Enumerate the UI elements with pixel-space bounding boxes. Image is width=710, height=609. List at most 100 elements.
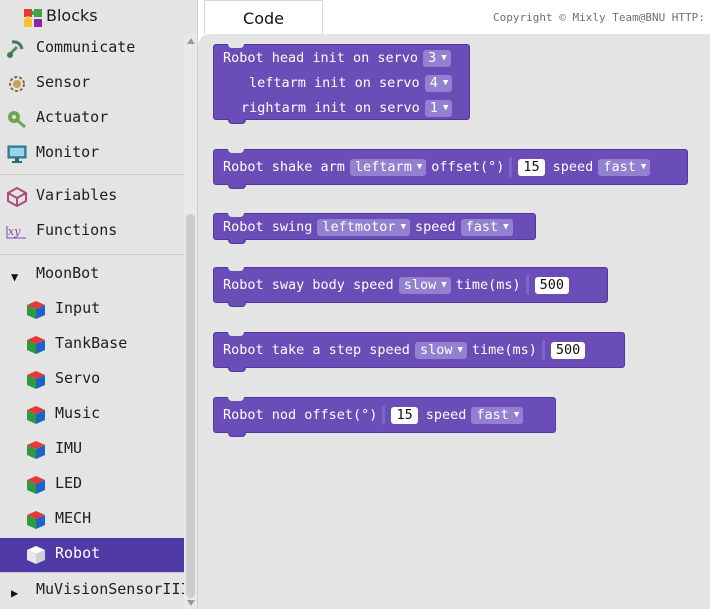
- svg-text:xy: xy: [8, 225, 21, 238]
- category-divider: [0, 572, 184, 573]
- cube-icon: [27, 336, 45, 354]
- dropdown-value: slow: [419, 342, 453, 358]
- collapsed-triangle-icon[interactable]: ▶: [11, 586, 18, 600]
- dropdown-caret-icon: ▼: [457, 344, 463, 355]
- block-row: Robot swing leftmotor ▼ speed fast ▼: [223, 217, 513, 237]
- leftarm-servo-dropdown[interactable]: 4 ▼: [424, 74, 453, 92]
- speed-dropdown[interactable]: fast ▼: [460, 218, 513, 236]
- dropdown-value: slow: [403, 277, 437, 293]
- time-number-input[interactable]: 500: [550, 341, 586, 359]
- blocks-workspace[interactable]: Robot head init on servo 3 ▼ leftarm init…: [198, 34, 710, 609]
- category-label: MuVisionSensorIII: [36, 580, 190, 598]
- cube-icon: [27, 441, 45, 459]
- block-row: Robot head init on servo 3 ▼: [223, 48, 451, 68]
- category-label: MoonBot: [36, 264, 100, 282]
- category-sensor[interactable]: Sensor: [0, 67, 184, 101]
- block-row: rightarm init on servo 1 ▼: [241, 98, 453, 118]
- category-divider: [0, 254, 184, 255]
- category-moonbot[interactable]: ▼ MoonBot: [0, 258, 184, 292]
- offset-number-input[interactable]: 15: [391, 406, 418, 424]
- dropdown-value: fast: [465, 219, 499, 235]
- speed-dropdown[interactable]: slow ▼: [414, 341, 467, 359]
- block-text: time(ms): [471, 342, 537, 358]
- category-variables[interactable]: Variables: [0, 180, 184, 214]
- motor-dropdown[interactable]: leftmotor ▼: [317, 218, 410, 236]
- communicate-icon: [7, 40, 24, 58]
- subcategory-label: Input: [55, 299, 101, 317]
- block-row: Robot nod offset(°) 15 speed fast ▼: [223, 405, 524, 425]
- category-actuator[interactable]: Actuator: [0, 102, 184, 136]
- category-muvisionsensoriii[interactable]: ▶ MuVisionSensorIII: [0, 574, 190, 608]
- head-servo-dropdown[interactable]: 3 ▼: [423, 49, 451, 67]
- dropdown-value: fast: [476, 407, 509, 423]
- dropdown-caret-icon: ▼: [442, 77, 449, 88]
- subcategory-led[interactable]: LED: [0, 468, 184, 502]
- dropdown-value: 1: [429, 100, 438, 116]
- cube-icon: [27, 511, 45, 529]
- robot-take-step-block[interactable]: Robot take a step speed slow ▼ time(ms) 5…: [213, 332, 625, 372]
- value-slot: 500: [541, 340, 589, 360]
- subcategory-music[interactable]: Music: [0, 398, 184, 432]
- dropdown-caret-icon: ▼: [416, 161, 423, 172]
- puzzle-blocks-icon: [24, 9, 42, 27]
- tab-code[interactable]: Code: [204, 0, 323, 34]
- category-label: Sensor: [36, 73, 91, 91]
- subcategory-label: IMU: [55, 439, 83, 457]
- speed-dropdown[interactable]: slow ▼: [398, 276, 451, 294]
- monitor-icon: [7, 145, 27, 163]
- category-label: Communicate: [36, 38, 136, 56]
- robot-shake-arm-block[interactable]: Robot shake arm leftarm ▼ offset(°) 15 sp…: [213, 149, 688, 189]
- offset-number-input[interactable]: 15: [518, 158, 545, 176]
- dropdown-value: fast: [603, 159, 636, 175]
- block-row: Robot take a step speed slow ▼ time(ms) 5…: [223, 340, 589, 360]
- block-text: Robot head init on servo: [223, 50, 419, 66]
- category-communicate[interactable]: Communicate: [0, 32, 184, 66]
- dropdown-caret-icon: ▼: [441, 52, 447, 63]
- speed-dropdown[interactable]: fast ▼: [598, 158, 651, 176]
- robot-init-block[interactable]: Robot head init on servo 3 ▼ leftarm init…: [213, 44, 470, 124]
- robot-swing-block[interactable]: Robot swing leftmotor ▼ speed fast ▼: [213, 213, 536, 244]
- block-text: speed: [425, 407, 467, 423]
- scroll-down-arrow-icon[interactable]: [187, 600, 195, 606]
- rightarm-servo-dropdown[interactable]: 1 ▼: [424, 99, 453, 117]
- cube-icon: [27, 371, 45, 389]
- scrollbar-thumb[interactable]: [186, 214, 195, 598]
- value-slot: 15: [509, 157, 548, 177]
- dropdown-value: 4: [429, 75, 438, 91]
- category-label: Actuator: [36, 108, 109, 126]
- scroll-up-arrow-icon[interactable]: [187, 38, 195, 44]
- cube-icon: [27, 301, 45, 319]
- dropdown-caret-icon: ▼: [513, 409, 520, 420]
- speed-dropdown[interactable]: fast ▼: [471, 406, 524, 424]
- subcategory-mech[interactable]: MECH: [0, 503, 184, 537]
- category-divider: [0, 174, 184, 175]
- subcategory-robot[interactable]: Robot: [0, 538, 184, 572]
- subcategory-input[interactable]: Input: [0, 293, 184, 327]
- expanded-triangle-icon[interactable]: ▼: [11, 270, 18, 284]
- subcategory-label: MECH: [55, 509, 92, 527]
- dropdown-value: 3: [428, 50, 437, 66]
- dropdown-caret-icon: ▼: [441, 279, 447, 290]
- actuator-icon: [8, 111, 26, 129]
- toolbox-scrollbar[interactable]: [184, 34, 197, 609]
- arm-dropdown[interactable]: leftarm ▼: [349, 158, 427, 176]
- category-functions[interactable]: xy Functions: [0, 215, 184, 249]
- category-monitor[interactable]: Monitor: [0, 137, 184, 171]
- robot-nod-block[interactable]: Robot nod offset(°) 15 speed fast ▼: [213, 397, 556, 437]
- dropdown-caret-icon: ▼: [640, 161, 647, 172]
- sensor-icon: [9, 76, 25, 92]
- robot-sway-body-block[interactable]: Robot sway body speed slow ▼ time(ms) 500: [213, 267, 608, 307]
- subcategory-label: Music: [55, 404, 101, 422]
- tab-bar: Code Copyright © Mixly Team@BNU HTTP:: [198, 0, 710, 34]
- toolbox-title: Blocks: [46, 6, 98, 25]
- subcategory-tankbase[interactable]: TankBase: [0, 328, 184, 362]
- block-text: Robot swing: [223, 219, 313, 235]
- dropdown-value: leftarm: [354, 159, 412, 175]
- block-row: Robot sway body speed slow ▼ time(ms) 500: [223, 275, 573, 295]
- subcategory-label: Robot: [55, 544, 101, 562]
- value-slot: 15: [382, 405, 421, 425]
- subcategory-servo[interactable]: Servo: [0, 363, 184, 397]
- subcategory-imu[interactable]: IMU: [0, 433, 184, 467]
- time-number-input[interactable]: 500: [534, 276, 570, 294]
- block-text: leftarm init on servo: [249, 75, 420, 91]
